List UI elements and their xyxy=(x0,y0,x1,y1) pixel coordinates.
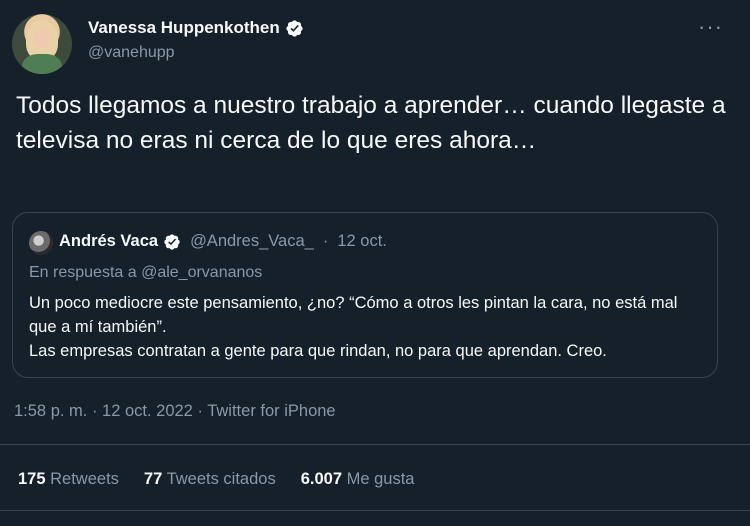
author-name[interactable]: Vanessa Huppenkothen xyxy=(88,18,280,38)
retweets-count: 175 xyxy=(18,470,46,488)
quoted-text: Un poco mediocre este pensamiento, ¿no? … xyxy=(29,291,709,363)
retweets-label: Retweets xyxy=(50,470,119,488)
quoted-text-line-1: Un poco mediocre este pensamiento, ¿no? … xyxy=(29,294,678,336)
more-icon[interactable]: ··· xyxy=(698,14,723,40)
author-name-row[interactable]: Vanessa Huppenkothen xyxy=(88,18,304,38)
quoted-date: 12 oct. xyxy=(337,232,387,250)
divider xyxy=(0,510,750,511)
engagement-stats: 175 Retweets 77 Tweets citados 6.007 Me … xyxy=(18,470,414,489)
retweets-stat[interactable]: 175 Retweets xyxy=(18,470,119,489)
quoted-tweet[interactable]: Andrés Vaca @Andres_Vaca_ · 12 oct. En r… xyxy=(12,212,718,378)
quotes-stat[interactable]: 77 Tweets citados xyxy=(144,470,276,489)
quoted-reply-to[interactable]: En respuesta a @ale_orvananos xyxy=(29,264,262,282)
quoted-name: Andrés Vaca xyxy=(59,232,159,250)
quoted-separator: · xyxy=(322,232,329,250)
author-handle[interactable]: @vanehupp xyxy=(88,44,175,62)
quotes-label: Tweets citados xyxy=(166,470,276,488)
tweet-timestamp[interactable]: 1:58 p. m. · 12 oct. 2022 · Twitter for … xyxy=(14,402,336,421)
likes-count: 6.007 xyxy=(300,470,342,488)
quoted-handle: @Andres_Vaca_ xyxy=(190,232,314,250)
likes-label: Me gusta xyxy=(346,470,415,488)
verified-badge-icon xyxy=(286,19,303,37)
verified-badge-icon xyxy=(164,233,180,250)
quoted-header: Andrés Vaca @Andres_Vaca_ · 12 oct. xyxy=(59,232,387,251)
quoted-text-line-2: Las empresas contratan a gente para que … xyxy=(29,342,607,360)
author-avatar[interactable] xyxy=(12,14,72,74)
tweet-text: Todos llegamos a nuestro trabajo a apren… xyxy=(16,92,726,154)
quoted-avatar[interactable] xyxy=(29,231,53,255)
likes-stat[interactable]: 6.007 Me gusta xyxy=(301,470,415,489)
divider xyxy=(0,444,750,445)
quotes-count: 77 xyxy=(143,470,163,488)
